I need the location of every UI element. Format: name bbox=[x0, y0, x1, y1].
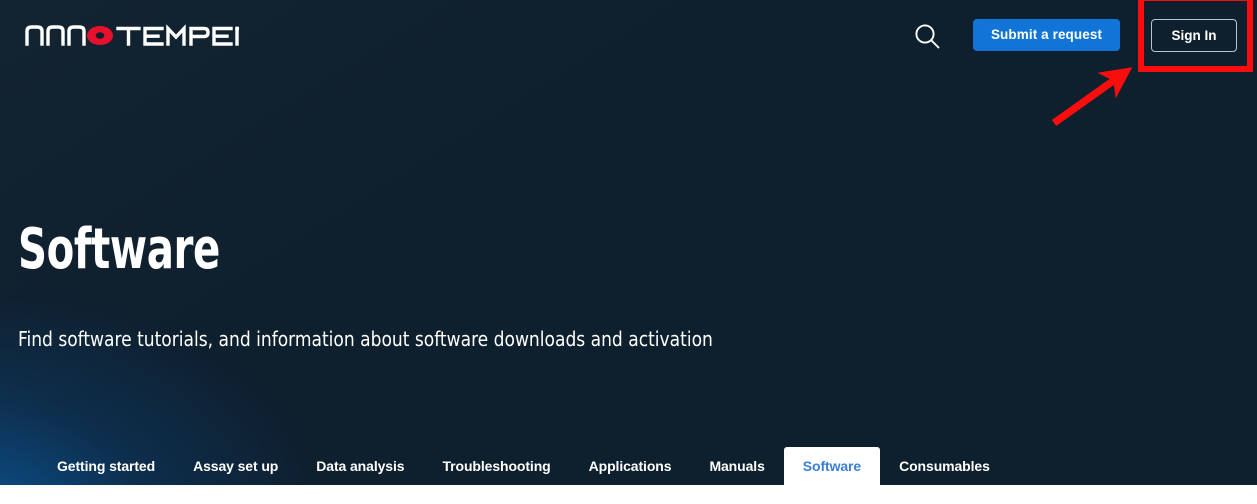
page-root: Submit a request Sign In Software Find s… bbox=[0, 0, 1257, 504]
tab-assay-set-up[interactable]: Assay set up bbox=[174, 447, 297, 485]
logo-accent-hole bbox=[95, 32, 105, 39]
tab-consumables[interactable]: Consumables bbox=[880, 447, 1009, 485]
hero-glow-decoration bbox=[0, 120, 540, 485]
tab-getting-started[interactable]: Getting started bbox=[38, 447, 174, 485]
tab-data-analysis[interactable]: Data analysis bbox=[297, 447, 423, 485]
hero-banner: Submit a request Sign In Software Find s… bbox=[0, 0, 1257, 485]
site-header: Submit a request Sign In bbox=[0, 0, 1257, 127]
annotation-arrow-icon bbox=[1051, 67, 1133, 127]
tab-software[interactable]: Software bbox=[783, 447, 881, 485]
nanotemper-logo-mark bbox=[25, 24, 239, 46]
search-icon-glyph bbox=[915, 24, 940, 49]
tab-manuals[interactable]: Manuals bbox=[690, 447, 783, 485]
tab-applications[interactable]: Applications bbox=[570, 447, 691, 485]
submit-a-request-button[interactable]: Submit a request bbox=[973, 19, 1120, 51]
tab-troubleshooting[interactable]: Troubleshooting bbox=[423, 447, 569, 485]
category-tab-bar: Getting started Assay set up Data analys… bbox=[0, 447, 1257, 485]
page-subtitle: Find software tutorials, and information… bbox=[18, 327, 713, 351]
page-title: Software bbox=[18, 217, 220, 282]
sign-in-button[interactable]: Sign In bbox=[1151, 19, 1237, 52]
search-icon[interactable] bbox=[908, 17, 946, 55]
page-content-area bbox=[0, 485, 1257, 504]
nanotemper-logo[interactable] bbox=[24, 22, 239, 48]
